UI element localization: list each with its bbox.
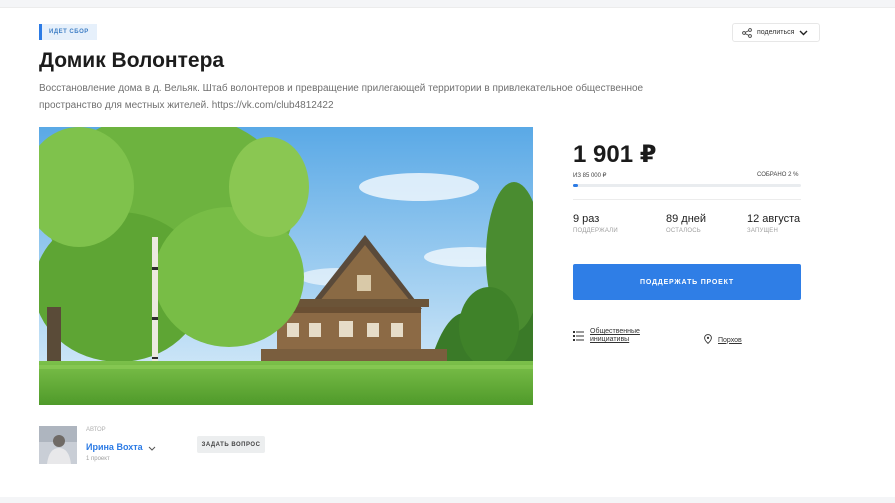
share-icon <box>742 27 752 38</box>
top-band <box>0 0 895 8</box>
author-name-link[interactable]: Ирина Вохта <box>86 438 156 456</box>
author-label: АВТОР <box>86 427 106 433</box>
author-projects: 1 проект <box>86 456 110 462</box>
location-label: Порхов <box>718 336 742 344</box>
avatar[interactable] <box>39 426 77 464</box>
page-title: Домик Волонтера <box>39 49 225 72</box>
status-badge: ИДЕТ СБОР <box>39 24 97 40</box>
bottom-band <box>0 497 895 503</box>
stat-label: ЗАПУЩЕН <box>747 228 779 234</box>
list-icon <box>573 328 584 346</box>
share-button[interactable]: поделиться <box>732 23 820 42</box>
stat-label: ОСТАЛОСЬ <box>666 228 701 234</box>
category-line1: Общественные <box>590 328 640 335</box>
share-label: поделиться <box>757 29 795 36</box>
stat-started: 12 августа ЗАПУЩЕН <box>747 213 800 234</box>
chevron-down-icon <box>148 438 156 456</box>
project-description: Восстановление дома в д. Вельяк. Штаб во… <box>39 83 644 111</box>
progress-fill <box>573 184 578 187</box>
category-line2: инициативы <box>590 336 630 343</box>
stat-remaining: 89 дней ОСТАЛОСЬ <box>666 213 706 234</box>
project-photo <box>39 127 533 405</box>
collected-amount: 1 901 ₽ <box>573 141 657 168</box>
map-pin-icon <box>704 331 712 349</box>
progress-bar <box>573 184 801 187</box>
location-link[interactable]: Порхов <box>704 331 742 349</box>
stat-supported: 9 раз ПОДДЕРЖАЛИ <box>573 213 618 234</box>
goal-amount: ИЗ 85 000 ₽ <box>573 173 607 179</box>
stat-label: ПОДДЕРЖАЛИ <box>573 228 618 234</box>
chevron-down-icon <box>799 30 808 36</box>
category-link[interactable]: Общественные инициативы <box>573 328 640 346</box>
collected-percent: СОБРАНО 2 % <box>757 172 799 178</box>
stat-value: 9 раз <box>573 213 600 225</box>
stat-value: 12 августа <box>747 213 801 225</box>
ask-question-button[interactable]: ЗАДАТЬ ВОПРОС <box>197 436 265 453</box>
divider <box>573 199 801 200</box>
support-project-button[interactable]: ПОДДЕРЖАТЬ ПРОЕКТ <box>573 264 801 300</box>
stat-value: 89 дней <box>666 213 707 225</box>
author-name: Ирина Вохта <box>86 442 143 452</box>
